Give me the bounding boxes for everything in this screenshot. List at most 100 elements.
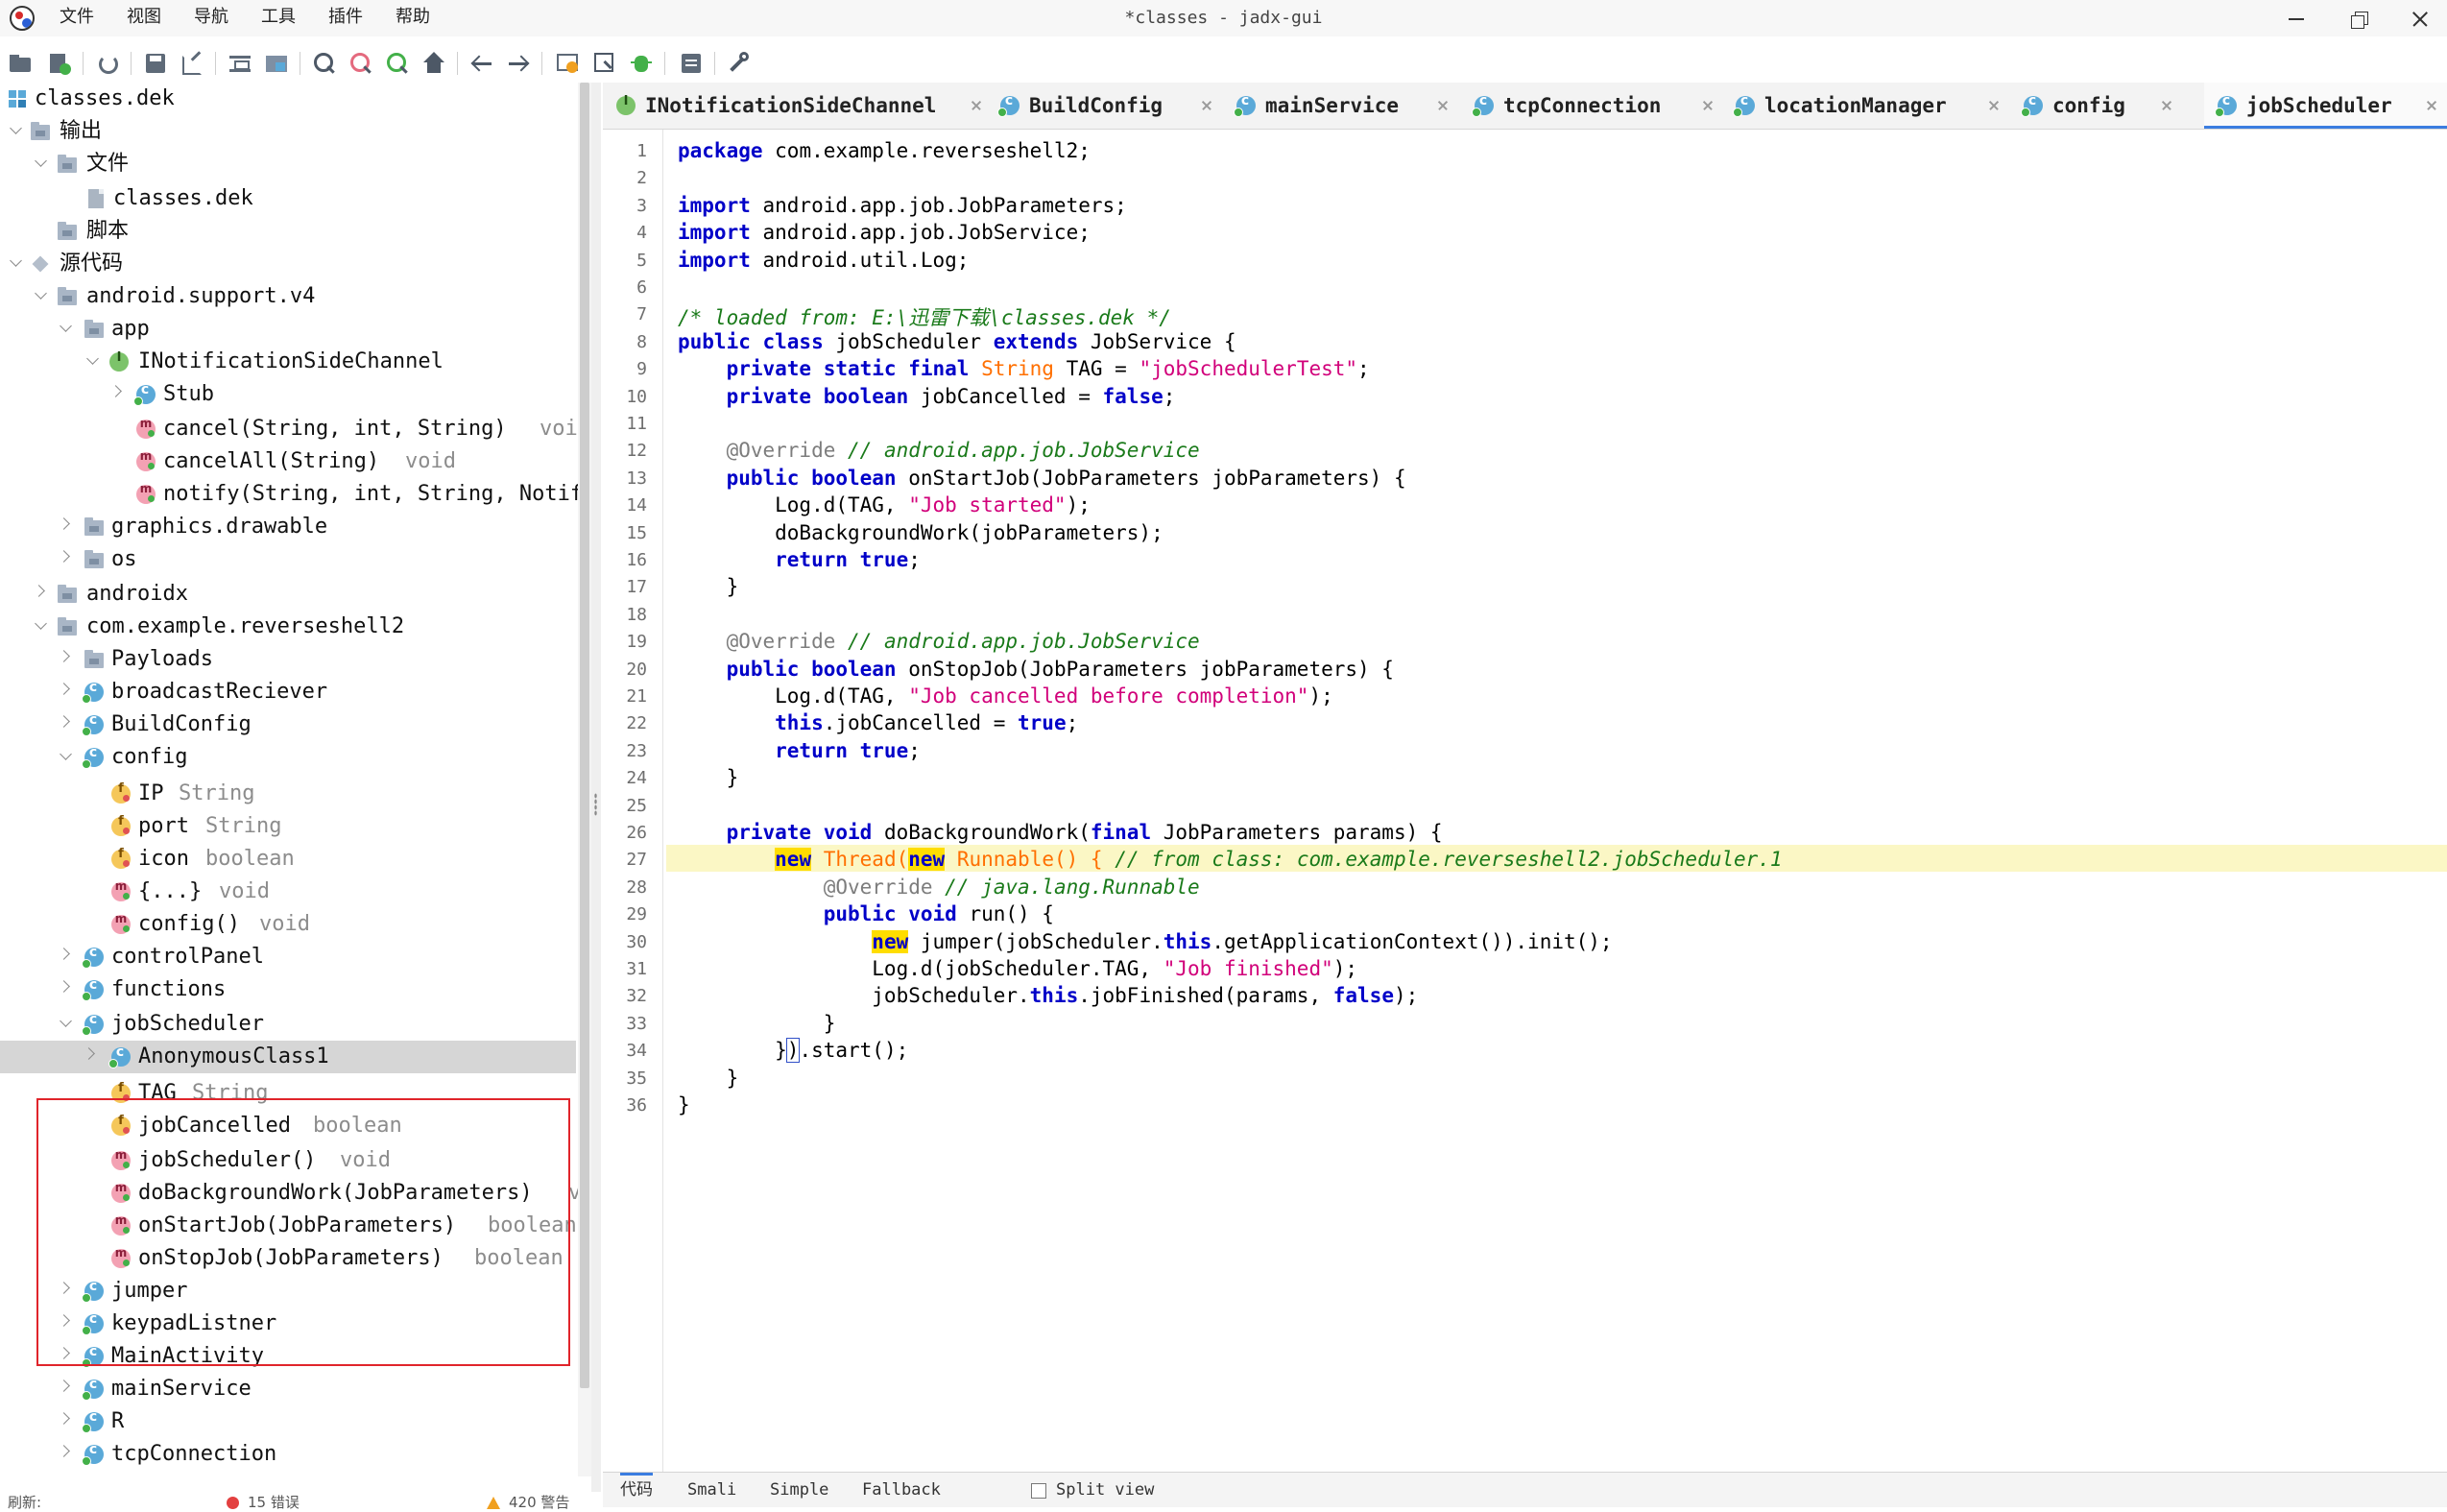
reload-icon[interactable] bbox=[94, 50, 121, 77]
tab-inotification[interactable]: INotificationSideChannel bbox=[603, 83, 987, 129]
tree-anonymous-class[interactable]: AnonymousClass1 bbox=[0, 1041, 576, 1073]
code-line[interactable]: import android.app.job.JobParameters; bbox=[678, 194, 1127, 217]
tab-locationmanager[interactable]: locationManager bbox=[1722, 83, 2010, 129]
code-line[interactable]: return true; bbox=[678, 548, 921, 571]
chevron-right-icon[interactable] bbox=[58, 948, 70, 960]
code-line[interactable]: public boolean onStopJob(JobParameters j… bbox=[678, 658, 1394, 681]
chevron-right-icon[interactable] bbox=[58, 980, 70, 993]
chevron-right-icon[interactable] bbox=[58, 683, 70, 695]
code-line[interactable]: private void doBackgroundWork(final JobP… bbox=[678, 821, 1443, 844]
chevron-right-icon[interactable] bbox=[58, 1380, 70, 1392]
find-usage-icon[interactable] bbox=[348, 50, 374, 77]
chevron-right-icon[interactable] bbox=[58, 650, 70, 662]
menu-help[interactable]: 帮助 bbox=[396, 0, 430, 36]
open-file-icon[interactable] bbox=[8, 50, 35, 77]
code-line[interactable]: } bbox=[678, 766, 739, 789]
debug-icon[interactable] bbox=[628, 50, 655, 77]
chevron-right-icon[interactable] bbox=[58, 1412, 70, 1425]
error-count[interactable]: 15 错误 bbox=[248, 1494, 300, 1512]
code-line[interactable]: public void run() { bbox=[678, 902, 1054, 925]
menu-plugins[interactable]: 插件 bbox=[328, 0, 363, 36]
menu-navigation[interactable]: 导航 bbox=[194, 0, 228, 36]
code-line[interactable]: jobScheduler.this.jobFinished(params, fa… bbox=[678, 984, 1418, 1007]
tab-close-icon[interactable] bbox=[970, 96, 985, 111]
tab-close-icon[interactable] bbox=[1436, 96, 1451, 111]
tab-tcpconnection[interactable]: tcpConnection bbox=[1461, 83, 1722, 129]
split-view-checkbox[interactable] bbox=[1031, 1483, 1046, 1499]
code-line[interactable]: /* loaded from: E:\迅雷下载\classes.dek */ bbox=[678, 302, 1171, 331]
tab-code-view[interactable]: 代码 bbox=[620, 1473, 653, 1507]
tab-close-icon[interactable] bbox=[1200, 96, 1215, 111]
sync-icon[interactable] bbox=[227, 50, 253, 77]
chevron-down-icon[interactable] bbox=[60, 1015, 72, 1027]
scrollbar-thumb[interactable] bbox=[580, 83, 589, 1388]
home-icon[interactable] bbox=[420, 50, 447, 77]
quick-tab-icon[interactable] bbox=[591, 50, 618, 77]
add-files-icon[interactable] bbox=[46, 50, 73, 77]
tab-simple-view[interactable]: Simple bbox=[770, 1473, 828, 1507]
tab-close-icon[interactable] bbox=[2425, 96, 2440, 111]
chevron-down-icon[interactable] bbox=[35, 155, 47, 167]
code-line[interactable]: public class jobScheduler extends JobSer… bbox=[678, 330, 1236, 353]
forward-icon[interactable] bbox=[505, 50, 532, 77]
code-line[interactable]: new jumper(jobScheduler.this.getApplicat… bbox=[678, 929, 1613, 953]
code-line[interactable]: doBackgroundWork(jobParameters); bbox=[678, 521, 1164, 544]
tab-config[interactable]: config bbox=[2010, 83, 2181, 129]
log-icon[interactable] bbox=[678, 50, 705, 77]
chevron-down-icon[interactable] bbox=[60, 748, 72, 760]
flatten-packages-icon[interactable] bbox=[263, 50, 290, 77]
code-line[interactable]: }).start(); bbox=[678, 1038, 908, 1064]
menu-file[interactable]: 文件 bbox=[60, 0, 94, 36]
restore-button[interactable] bbox=[2331, 0, 2388, 36]
chevron-right-icon[interactable] bbox=[109, 385, 122, 397]
code-line[interactable]: @Override // android.app.job.JobService bbox=[678, 630, 1200, 653]
code-line[interactable]: new Thread(new Runnable() { // from clas… bbox=[678, 848, 1783, 872]
code-line[interactable]: @Override // android.app.job.JobService bbox=[678, 439, 1200, 462]
tab-jobscheduler[interactable]: jobScheduler bbox=[2204, 83, 2447, 129]
export-icon[interactable] bbox=[179, 50, 205, 77]
chevron-down-icon[interactable] bbox=[60, 320, 72, 332]
code-line[interactable]: private static final String TAG = "jobSc… bbox=[678, 357, 1370, 380]
save-all-icon[interactable] bbox=[142, 50, 169, 77]
code-line[interactable]: public boolean onStartJob(JobParameters … bbox=[678, 467, 1406, 490]
tab-close-icon[interactable] bbox=[2160, 96, 2175, 111]
menu-view[interactable]: 视图 bbox=[127, 0, 161, 36]
tab-close-icon[interactable] bbox=[1987, 96, 2003, 111]
find-text-icon[interactable] bbox=[384, 50, 411, 77]
menu-tools[interactable]: 工具 bbox=[261, 0, 296, 36]
split-view-label[interactable]: Split view bbox=[1056, 1473, 1154, 1507]
back-icon[interactable] bbox=[468, 50, 495, 77]
code-editor[interactable]: 1 2 3 4 5 6 7 8 9 10 11 12 13 14 15 16 17 18 19 20 21 22 23 24 2… bbox=[603, 130, 2447, 1472]
code-line[interactable]: @Override // java.lang.Runnable bbox=[678, 876, 1200, 899]
code-line[interactable]: private boolean jobCancelled = false; bbox=[678, 385, 1176, 408]
code-line[interactable]: return true; bbox=[678, 739, 921, 762]
close-window-button[interactable] bbox=[2390, 0, 2447, 36]
code-line[interactable]: } bbox=[678, 1067, 739, 1090]
chevron-right-icon[interactable] bbox=[58, 1282, 70, 1294]
tab-buildconfig[interactable]: BuildConfig bbox=[987, 83, 1223, 129]
preferences-icon[interactable] bbox=[726, 50, 753, 77]
tab-smali-view[interactable]: Smali bbox=[687, 1473, 736, 1507]
code-line[interactable]: Log.d(jobScheduler.TAG, "Job finished"); bbox=[678, 957, 1357, 980]
chevron-right-icon[interactable] bbox=[58, 1445, 70, 1457]
minimize-button[interactable] bbox=[2266, 0, 2323, 36]
panel-splitter[interactable] bbox=[591, 83, 601, 1492]
code-line[interactable]: Log.d(TAG, "Job started"); bbox=[678, 493, 1091, 516]
chevron-down-icon[interactable] bbox=[35, 287, 47, 300]
code-line[interactable]: } bbox=[678, 575, 739, 598]
chevron-right-icon[interactable] bbox=[83, 1047, 95, 1060]
code-line[interactable]: } bbox=[678, 1012, 836, 1035]
chevron-right-icon[interactable] bbox=[58, 715, 70, 728]
code-line[interactable]: } bbox=[678, 1093, 690, 1116]
chevron-down-icon[interactable] bbox=[86, 352, 99, 365]
tab-mainservice[interactable]: mainService bbox=[1223, 83, 1461, 129]
tab-close-icon[interactable] bbox=[1701, 96, 1716, 111]
code-line[interactable]: Log.d(TAG, "Job cancelled before complet… bbox=[678, 684, 1333, 708]
chevron-down-icon[interactable] bbox=[10, 122, 22, 134]
search-icon[interactable] bbox=[311, 50, 338, 77]
chevron-right-icon[interactable] bbox=[58, 1347, 70, 1359]
tab-fallback-view[interactable]: Fallback bbox=[862, 1473, 941, 1507]
warning-count[interactable]: 420 警告 bbox=[509, 1494, 569, 1512]
chevron-down-icon[interactable] bbox=[10, 254, 22, 267]
chevron-right-icon[interactable] bbox=[58, 517, 70, 530]
